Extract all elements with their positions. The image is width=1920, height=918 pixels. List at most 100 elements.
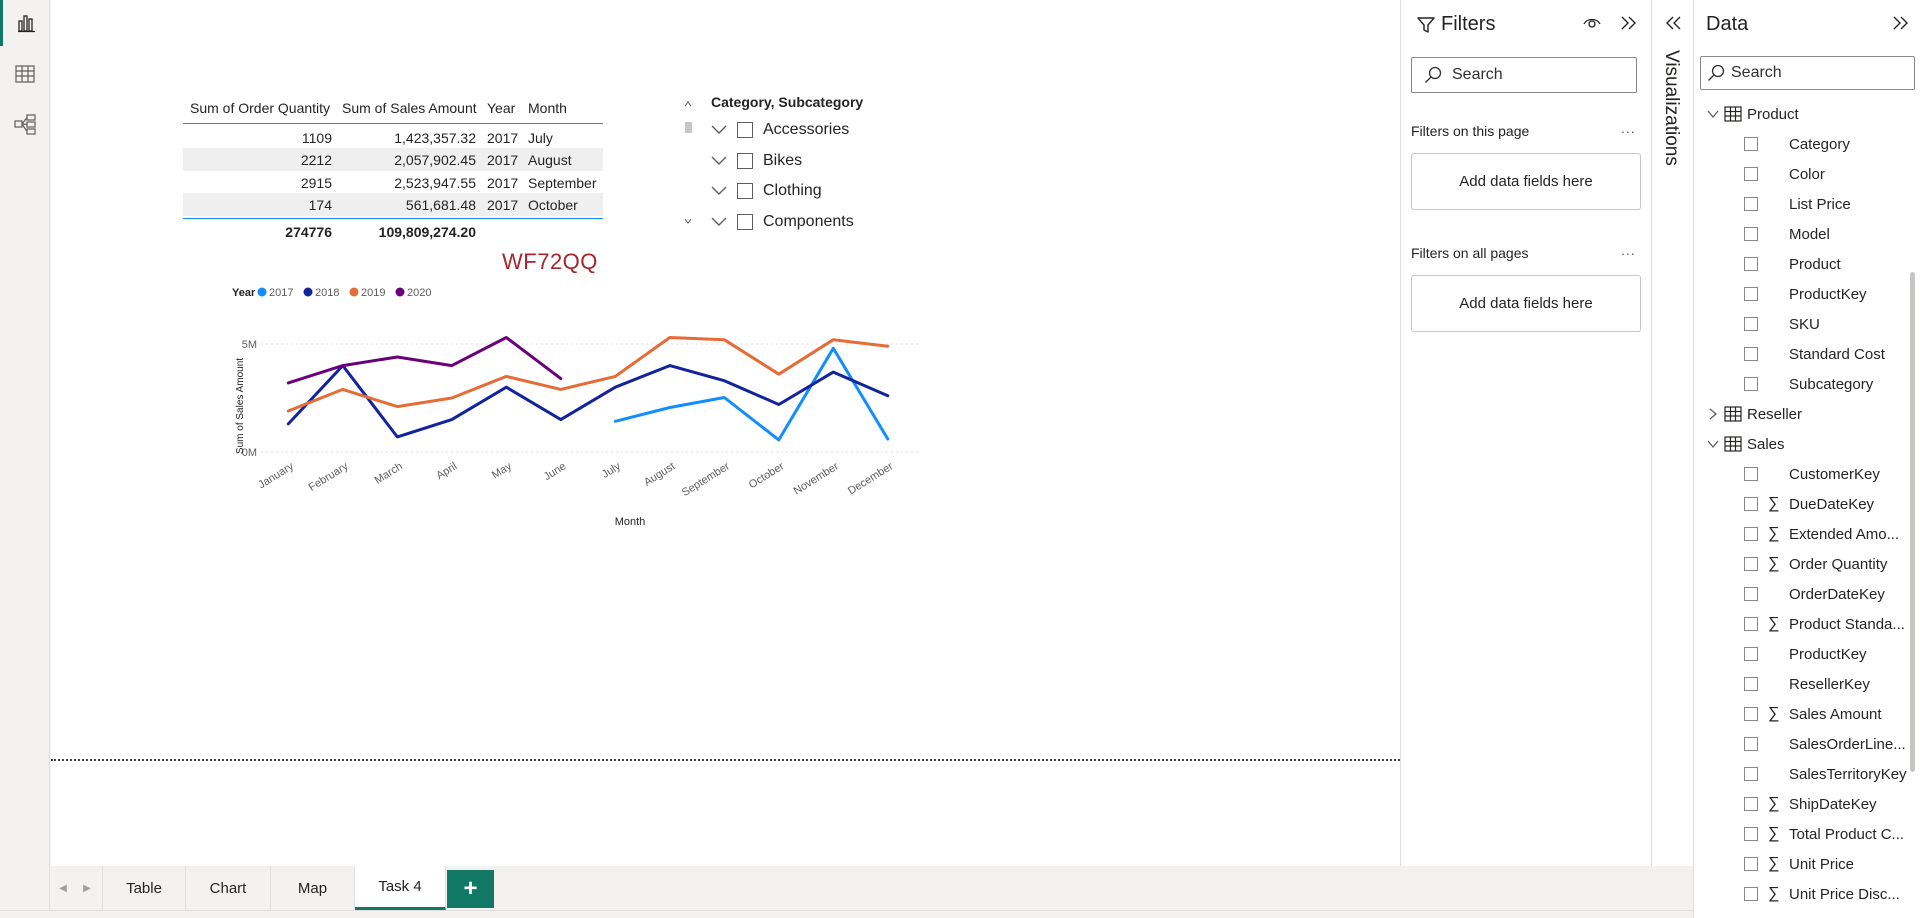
tab-map[interactable]: Map [271,866,355,910]
field-item[interactable]: ∑ Sales Amount [1694,702,1909,726]
table-node-sales[interactable]: Sales [1694,432,1909,456]
data-search-input[interactable]: Search [1700,56,1915,90]
field-checkbox[interactable] [1744,857,1758,871]
field-item[interactable]: ∑ ShipDateKey [1694,792,1909,816]
line-chart[interactable]: Year 2017 2018 2019 2020 0M5M January Februar… [181,284,981,534]
field-checkbox[interactable] [1744,287,1758,301]
legend-item[interactable]: 2019 [361,287,385,299]
field-checkbox[interactable] [1744,557,1758,571]
scroll-tabs-right-icon[interactable]: ▶ [81,880,93,896]
chevron-down-icon[interactable] [711,182,729,200]
column-header[interactable]: Sum of Sales Amount [342,100,485,116]
field-item[interactable]: ResellerKey [1694,672,1909,696]
visualizations-pane-collapsed[interactable]: Visualizations [1651,0,1693,866]
field-item[interactable]: ProductKey [1694,282,1909,306]
field-checkbox[interactable] [1744,167,1758,181]
field-checkbox[interactable] [1744,137,1758,151]
chevron-down-icon[interactable] [711,213,729,231]
tab-table[interactable]: Table [102,866,186,910]
collapse-pane-icon[interactable] [1892,15,1910,31]
field-item[interactable]: Product [1694,252,1909,276]
field-item[interactable]: ProductKey [1694,642,1909,666]
field-checkbox[interactable] [1744,767,1758,781]
column-header[interactable]: Year [487,100,527,116]
slicer-checkbox[interactable] [737,122,753,138]
field-item[interactable]: SKU [1694,312,1909,336]
add-page-button[interactable]: + [447,870,494,908]
slicer-checkbox[interactable] [737,183,753,199]
legend-item[interactable]: 2020 [407,287,431,299]
legend-item[interactable]: 2018 [315,287,339,299]
model-view-button[interactable] [0,101,50,147]
scroll-tabs-left-icon[interactable]: ◀ [57,880,69,896]
field-checkbox[interactable] [1744,887,1758,901]
column-header[interactable]: Month [528,100,608,116]
collapse-pane-icon[interactable] [1620,15,1638,31]
expand-pane-icon[interactable] [1664,15,1682,31]
field-checkbox[interactable] [1744,497,1758,511]
slicer-item[interactable]: Accessories [711,118,849,142]
field-item[interactable]: SalesTerritoryKey [1694,762,1909,786]
field-checkbox[interactable] [1744,527,1758,541]
filters-search-input[interactable]: Search [1411,57,1637,93]
field-checkbox[interactable] [1744,377,1758,391]
column-header[interactable]: Sum of Order Quantity [190,100,339,116]
field-checkbox[interactable] [1744,467,1758,481]
field-item[interactable]: CustomerKey [1694,462,1909,486]
field-checkbox[interactable] [1744,797,1758,811]
chevron-down-icon[interactable] [711,121,729,139]
field-item[interactable]: ∑ Extended Amo... [1694,522,1909,546]
slicer-scrollbar[interactable] [683,96,693,233]
field-checkbox[interactable] [1744,617,1758,631]
field-checkbox[interactable] [1744,317,1758,331]
field-checkbox[interactable] [1744,827,1758,841]
eye-icon[interactable] [1583,16,1601,30]
visualizations-label[interactable]: Visualizations [1660,50,1682,166]
chevron-down-icon[interactable] [1707,108,1719,120]
field-item[interactable]: ∑ Unit Price [1694,852,1909,876]
table-visual[interactable]: Sum of Order Quantity Sum of Sales Amoun… [183,92,603,242]
field-item[interactable]: ∑ Order Quantity [1694,552,1909,576]
field-item[interactable]: Model [1694,222,1909,246]
legend-item[interactable]: 2017 [269,287,293,299]
slicer-checkbox[interactable] [737,214,753,230]
table-node-product[interactable]: Product [1694,102,1909,126]
field-item[interactable]: Color [1694,162,1909,186]
field-item[interactable]: ∑ DueDateKey [1694,492,1909,516]
field-item[interactable]: ∑ Unit Price Disc... [1694,882,1909,906]
more-options-icon[interactable]: ... [1621,242,1636,258]
data-pane-scrollbar[interactable] [1910,272,1915,772]
field-item[interactable]: ∑ Product Standa... [1694,612,1909,636]
series-line-2020[interactable] [286,336,563,385]
field-item[interactable]: ∑ Total Product C... [1694,822,1909,846]
slicer-item[interactable]: Components [711,210,854,234]
field-checkbox[interactable] [1744,737,1758,751]
chevron-down-icon[interactable] [711,152,729,170]
page-filters-drop-well[interactable]: Add data fields here [1411,153,1641,210]
field-item[interactable]: Subcategory [1694,372,1909,396]
chevron-down-icon[interactable] [1707,438,1719,450]
more-options-icon[interactable]: ... [1621,120,1636,136]
field-checkbox[interactable] [1744,257,1758,271]
slicer-checkbox[interactable] [737,153,753,169]
field-item[interactable]: OrderDateKey [1694,582,1909,606]
field-checkbox[interactable] [1744,347,1758,361]
field-checkbox[interactable] [1744,647,1758,661]
report-view-button[interactable] [0,0,50,46]
field-item[interactable]: Standard Cost [1694,342,1909,366]
table-node-reseller[interactable]: Reseller [1694,402,1909,426]
field-checkbox[interactable] [1744,197,1758,211]
series-line-2019[interactable] [286,336,890,413]
field-item[interactable]: List Price [1694,192,1909,216]
all-pages-filters-drop-well[interactable]: Add data fields here [1411,275,1641,332]
tab-chart[interactable]: Chart [186,866,271,910]
field-item[interactable]: Category [1694,132,1909,156]
field-checkbox[interactable] [1744,587,1758,601]
field-checkbox[interactable] [1744,677,1758,691]
field-checkbox[interactable] [1744,707,1758,721]
field-item[interactable]: SalesOrderLine... [1694,732,1909,756]
field-checkbox[interactable] [1744,227,1758,241]
slicer-item[interactable]: Bikes [711,149,802,173]
chevron-right-icon[interactable] [1707,408,1719,420]
table-view-button[interactable] [0,51,50,97]
